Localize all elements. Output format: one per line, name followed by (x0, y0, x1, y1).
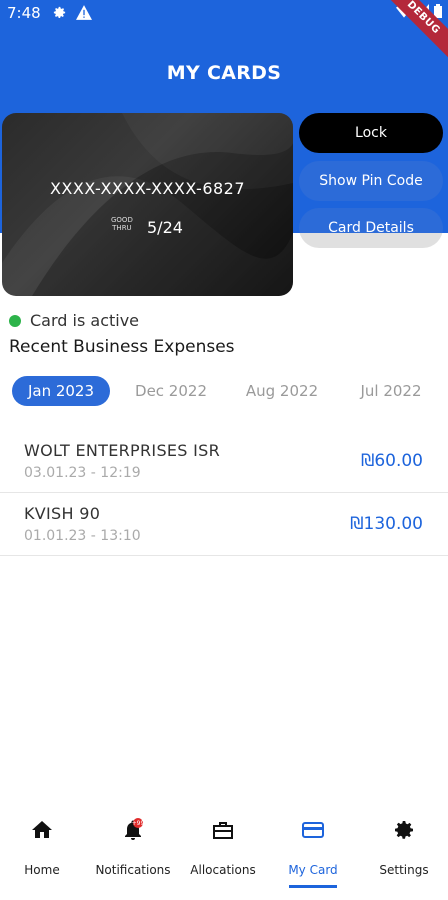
section-title: Recent Business Expenses (9, 337, 235, 357)
show-pin-button[interactable]: Show Pin Code (299, 161, 443, 201)
bottom-navigation: Home +99 Notifications Allocations My Ca… (0, 810, 448, 900)
good-thru-label: GOOD THRU (111, 216, 133, 232)
nav-my-card[interactable]: My Card (268, 810, 358, 890)
page-title: MY CARDS (166, 62, 282, 84)
nav-label-my-card: My Card (288, 863, 338, 877)
nav-active-indicator (289, 885, 337, 888)
credit-card-icon (302, 822, 324, 838)
merchant-name: WOLT ENTERPRISES ISR (24, 441, 221, 460)
merchant-name: KVISH 90 (24, 504, 101, 523)
card-status-label: Card is active (30, 311, 140, 330)
month-tab-jul-2022[interactable]: Jul 2022 (346, 376, 436, 406)
svg-text:+99: +99 (132, 820, 145, 827)
card-details-button[interactable]: Card Details (299, 208, 443, 248)
transaction-row[interactable]: WOLT ENTERPRISES ISR 03.01.23 - 12:19 ₪6… (0, 431, 448, 493)
nav-settings[interactable]: Settings (359, 810, 448, 890)
gear-icon (53, 6, 66, 19)
nav-home[interactable]: Home (0, 810, 87, 890)
card-number: XXXX-XXXX-XXXX-6827 (49, 179, 246, 198)
month-tab-aug-2022[interactable]: Aug 2022 (233, 376, 331, 406)
nav-label-home: Home (24, 863, 60, 877)
card-expiry: 5/24 (147, 218, 183, 237)
nav-label-settings: Settings (379, 863, 429, 877)
status-bar: 7:48 (0, 0, 448, 26)
card-status: Card is active (9, 311, 139, 330)
good-thru-line1: GOOD (111, 216, 133, 224)
bell-icon: +99 (125, 818, 145, 840)
transaction-amount: ₪130.00 (350, 514, 423, 534)
status-time: 7:48 (7, 4, 41, 22)
good-thru-line2: THRU (112, 224, 132, 232)
briefcase-icon (213, 822, 233, 839)
gear-icon (395, 821, 413, 839)
card-wave-pattern (2, 113, 293, 296)
credit-card[interactable]: XXXX-XXXX-XXXX-6827 GOOD THRU 5/24 (2, 113, 293, 296)
transaction-datetime: 01.01.23 - 13:10 (24, 528, 141, 544)
nav-label-allocations: Allocations (190, 863, 256, 877)
status-dot (9, 314, 21, 327)
month-tab-jan-2023[interactable]: Jan 2023 (12, 376, 110, 406)
warning-icon (76, 5, 92, 20)
lock-button[interactable]: Lock (299, 113, 443, 153)
nav-notifications[interactable]: +99 Notifications (88, 810, 178, 890)
month-filter: Jan 2023 Dec 2022 Aug 2022 Jul 2022 (12, 376, 448, 406)
home-icon (32, 821, 52, 838)
transaction-row[interactable]: KVISH 90 01.01.23 - 13:10 ₪130.00 (0, 494, 448, 556)
nav-allocations[interactable]: Allocations (178, 810, 268, 890)
transaction-datetime: 03.01.23 - 12:19 (24, 465, 141, 481)
transaction-amount: ₪60.00 (361, 451, 423, 471)
nav-label-notifications: Notifications (95, 863, 171, 877)
month-tab-dec-2022[interactable]: Dec 2022 (122, 376, 220, 406)
